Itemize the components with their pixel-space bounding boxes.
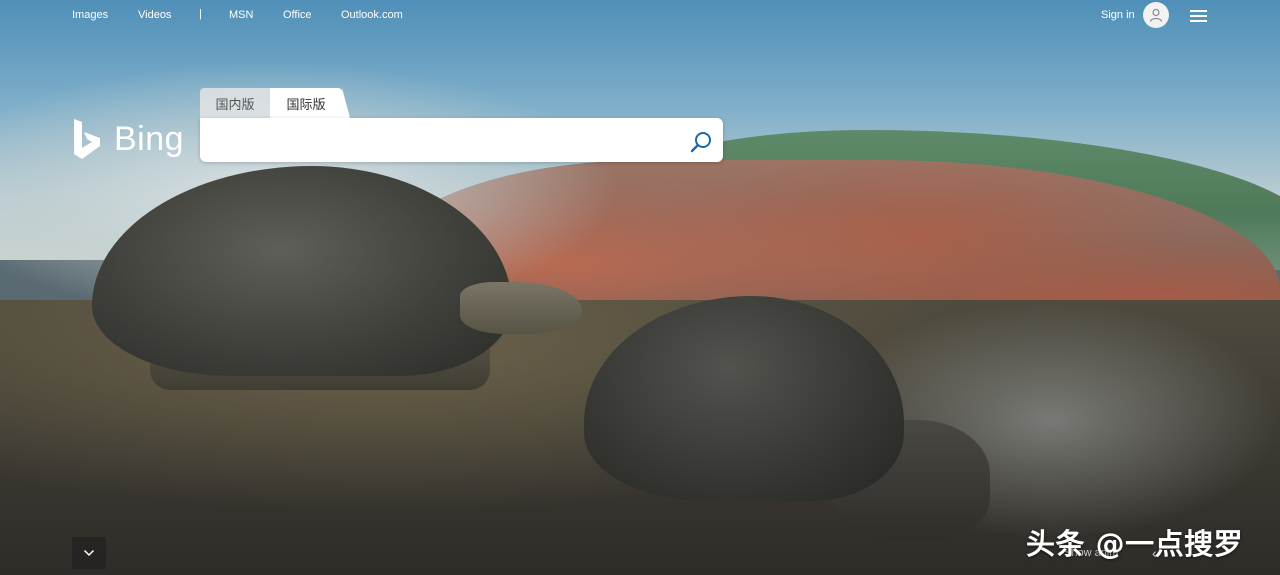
nav-link-office[interactable]: Office xyxy=(283,9,312,21)
nav-link-msn[interactable]: MSN xyxy=(229,9,253,21)
chevron-down-icon xyxy=(83,549,95,557)
page: Images Videos | MSN Office Outlook.com S… xyxy=(0,0,1280,575)
bing-logo-icon xyxy=(74,119,100,159)
tab-international[interactable]: 国际版 xyxy=(270,88,350,118)
top-navigation: Images Videos | MSN Office Outlook.com S… xyxy=(0,0,1280,32)
watermark: 头条 @一点搜罗 xyxy=(1026,527,1244,561)
nav-link-images[interactable]: Images xyxy=(72,9,108,21)
search-input[interactable] xyxy=(212,126,676,156)
search-box xyxy=(200,118,723,162)
scroll-down-button[interactable] xyxy=(72,537,106,569)
tab-domestic[interactable]: 国内版 xyxy=(200,88,270,118)
search-button[interactable] xyxy=(686,127,716,157)
avatar[interactable] xyxy=(1143,2,1169,28)
bing-logo[interactable]: Bing xyxy=(72,118,184,160)
search-icon xyxy=(690,132,711,153)
nav-link-videos[interactable]: Videos xyxy=(138,9,171,21)
hamburger-menu-icon[interactable] xyxy=(1190,10,1207,22)
sign-in-link[interactable]: Sign in xyxy=(1101,9,1135,21)
user-icon xyxy=(1149,8,1163,22)
bing-logo-text: Bing xyxy=(114,119,185,158)
nav-link-outlook[interactable]: Outlook.com xyxy=(341,9,403,21)
nav-separator: | xyxy=(199,8,202,20)
